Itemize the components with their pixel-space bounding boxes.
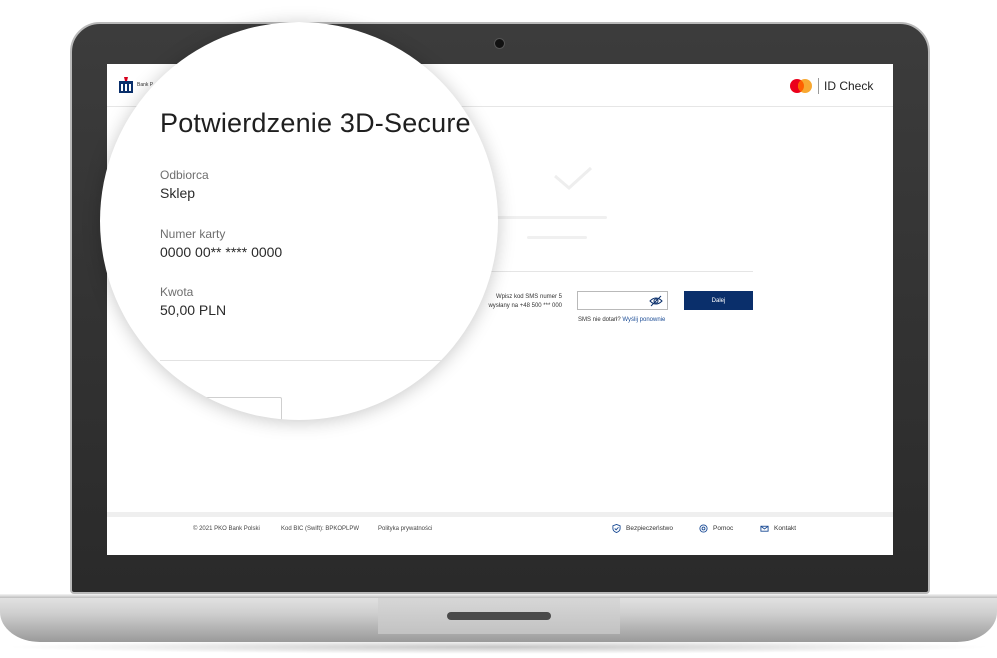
lifebuoy-icon <box>699 524 708 533</box>
footer-security-link[interactable]: Bezpieczeństwo <box>612 524 673 533</box>
resend-sms-link[interactable]: Wyślij ponownie <box>622 317 665 323</box>
footer-help-label: Pomoc <box>713 525 734 532</box>
magnifier-divider <box>160 360 498 361</box>
recipient-label: Odbiorca <box>160 168 209 182</box>
amount-label: Kwota <box>160 285 194 299</box>
footer-security-label: Bezpieczeństwo <box>626 525 673 532</box>
card-number-label: Numer karty <box>160 227 226 241</box>
header-separator <box>818 78 819 94</box>
placeholder-line <box>497 216 607 219</box>
footer-privacy-link[interactable]: Polityka prywatności <box>378 526 432 532</box>
footer-help-link[interactable]: Pomoc <box>699 524 733 533</box>
footer-contact-link[interactable]: Kontakt <box>760 524 796 533</box>
magnified-input-box <box>184 397 282 420</box>
footer-bic: Kod BIC (Swift): BPKOPLPW <box>281 526 360 532</box>
laptop-shadow <box>2 640 995 654</box>
content-divider <box>477 271 753 272</box>
dalej-button[interactable]: Dalej <box>684 291 753 310</box>
footer-divider <box>107 512 893 517</box>
envelope-icon <box>760 525 769 532</box>
footer-copyright: © 2021 PKO Bank Polski <box>193 526 260 532</box>
id-check-label: ID Check <box>824 79 874 93</box>
sms-not-received-text: SMS nie dotarł? <box>578 317 621 323</box>
footer-contact-label: Kontakt <box>774 525 797 532</box>
sms-resend-row: SMS nie dotarł? Wyślij ponownie <box>578 317 665 323</box>
page-title: Potwierdzenie 3D-Secure <box>160 108 471 138</box>
laptop-base-edge <box>0 594 997 598</box>
check-icon <box>554 166 593 191</box>
laptop-opening-slot <box>447 612 551 620</box>
pko-logo-icon <box>119 77 133 93</box>
shield-check-icon <box>612 524 621 533</box>
webcam-icon <box>494 38 505 49</box>
magnifier-lens: Potwierdzenie 3D-Secure Odbiorca Sklep N… <box>100 22 498 420</box>
placeholder-line <box>527 236 587 239</box>
card-number-value: 0000 00** **** 0000 <box>160 244 283 260</box>
eye-slash-icon[interactable] <box>649 295 663 307</box>
sms-code-input[interactable] <box>577 291 668 310</box>
mastercard-logo-icon <box>790 79 812 93</box>
recipient-value: Sklep <box>160 185 196 201</box>
amount-value: 50,00 PLN <box>160 302 227 318</box>
